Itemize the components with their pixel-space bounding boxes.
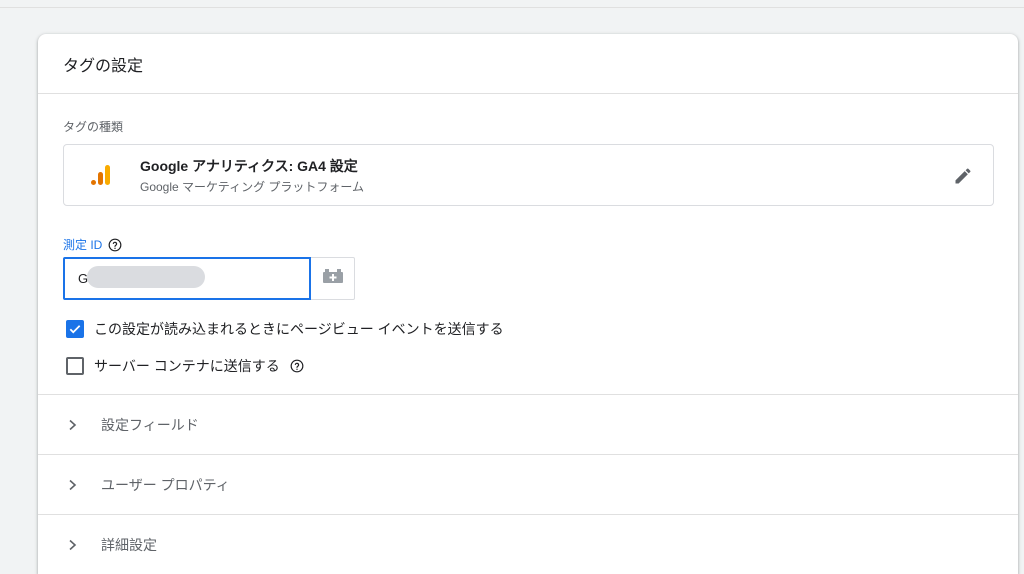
variable-picker-button[interactable] <box>311 257 355 300</box>
google-analytics-icon <box>88 160 118 190</box>
tag-type-label: タグの種類 <box>63 120 124 134</box>
chevron-right-icon <box>68 479 82 491</box>
section-user-properties[interactable]: ユーザー プロパティ <box>38 454 1018 514</box>
chevron-right-icon <box>68 539 82 551</box>
chevron-right-icon <box>68 419 82 431</box>
tag-type-subtitle: Google マーケティング プラットフォーム <box>140 179 365 194</box>
redacted-value <box>87 266 205 288</box>
send-pageview-label: この設定が読み込まれるときにページビュー イベントを送信する <box>94 321 504 337</box>
section-label: ユーザー プロパティ <box>101 476 230 493</box>
send-pageview-checkbox[interactable] <box>66 320 84 338</box>
server-container-option[interactable]: サーバー コンテナに送信する <box>66 356 304 376</box>
add-variable-icon <box>321 267 345 290</box>
help-icon[interactable] <box>290 359 304 373</box>
pencil-icon[interactable] <box>951 164 975 188</box>
section-fields-to-set[interactable]: 設定フィールド <box>38 394 1018 454</box>
top-bar <box>0 0 1024 8</box>
tag-configuration-card: タグの設定 タグの種類 Google アナリティクス: GA4 設定 Googl… <box>38 34 1018 574</box>
send-pageview-option[interactable]: この設定が読み込まれるときにページビュー イベントを送信する <box>66 319 504 339</box>
server-container-checkbox[interactable] <box>66 357 84 375</box>
section-advanced-settings[interactable]: 詳細設定 <box>38 514 1018 574</box>
card-title: タグの設定 <box>38 34 1018 94</box>
measurement-id-label: 測定 ID <box>63 238 103 252</box>
help-icon[interactable] <box>108 238 122 252</box>
tag-type-title: Google アナリティクス: GA4 設定 <box>140 157 358 174</box>
server-container-label: サーバー コンテナに送信する <box>94 358 280 374</box>
measurement-id-label-row: 測定 ID <box>63 236 122 253</box>
section-label: 詳細設定 <box>101 536 157 553</box>
tag-type-selector[interactable]: Google アナリティクス: GA4 設定 Google マーケティング プラ… <box>63 144 994 206</box>
section-label: 設定フィールド <box>101 416 199 433</box>
